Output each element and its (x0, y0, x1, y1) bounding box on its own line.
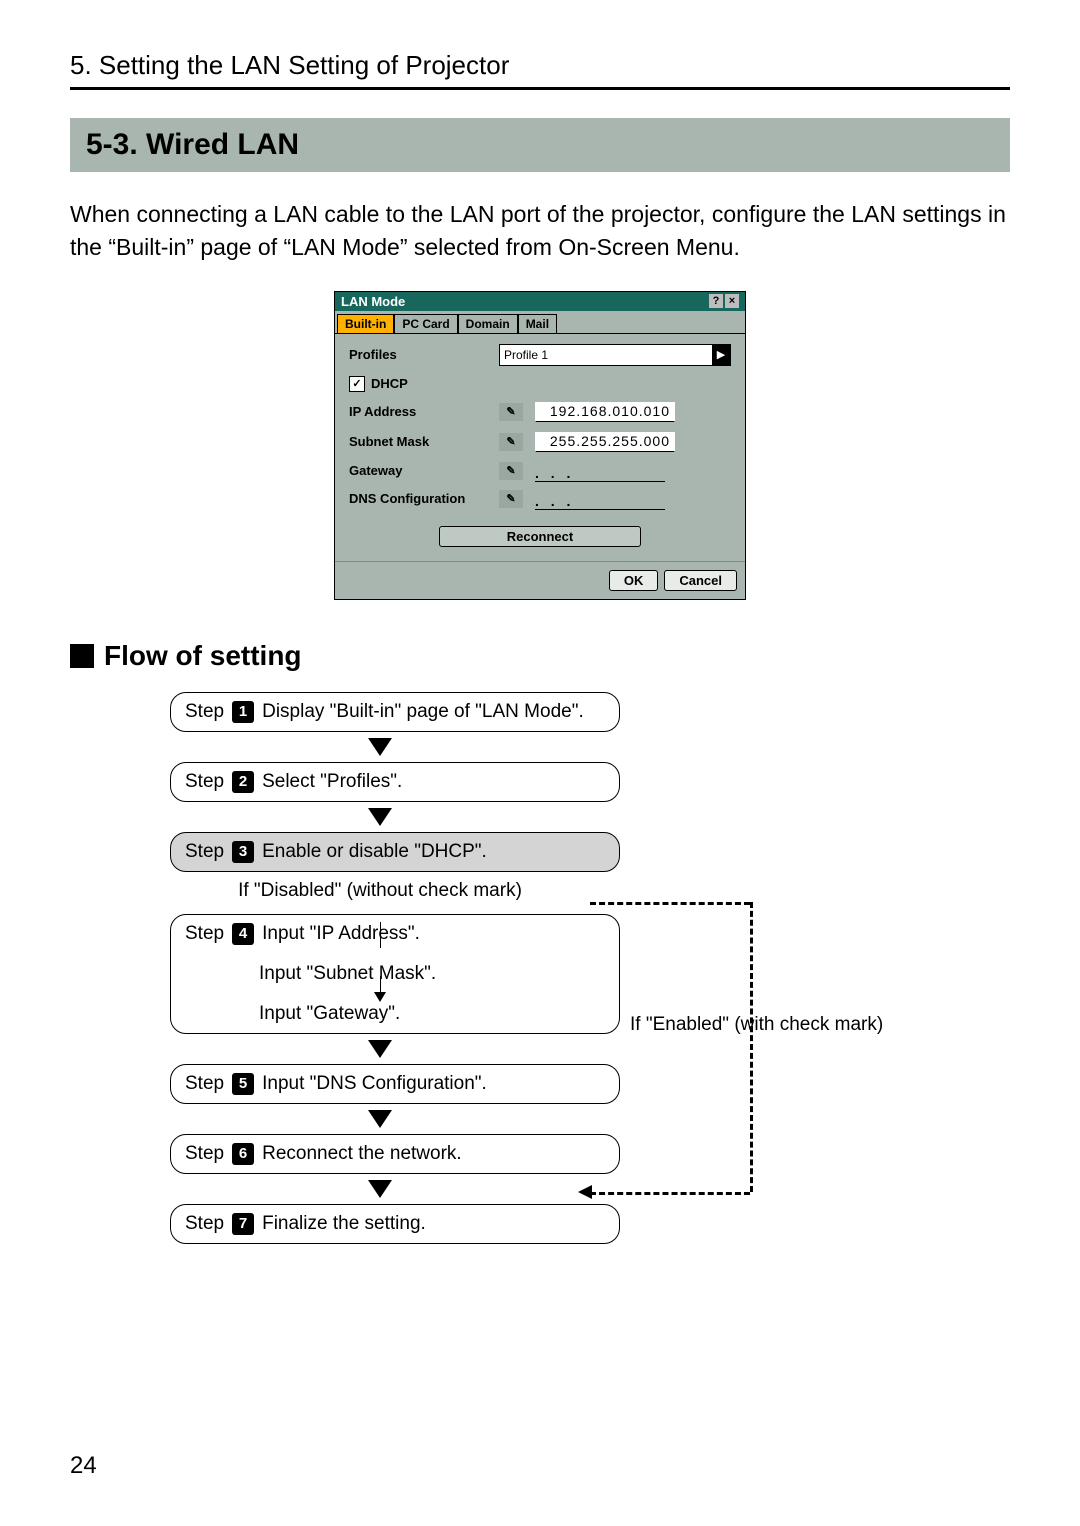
profiles-label: Profiles (349, 347, 499, 362)
step-number-icon: 4 (232, 923, 254, 945)
chevron-right-icon[interactable]: ▶ (712, 345, 730, 365)
cancel-button[interactable]: Cancel (664, 570, 737, 591)
subnet-mask-label: Subnet Mask (349, 434, 499, 449)
dhcp-checkbox[interactable]: ✓ (349, 376, 365, 392)
edit-icon[interactable]: ✎ (499, 490, 523, 508)
page-number: 24 (70, 1452, 97, 1480)
profiles-value: Profile 1 (504, 348, 548, 362)
step-2-box: Step 2 Select "Profiles". (170, 762, 620, 802)
step-number-icon: 5 (232, 1073, 254, 1095)
dashed-connector (590, 902, 750, 905)
dialog-body: Profiles Profile 1 ▶ ✓ DHCP IP Address ✎… (335, 333, 745, 561)
dashed-connector (590, 1192, 750, 1195)
ip-address-label: IP Address (349, 404, 499, 419)
step-7-box: Step 7 Finalize the setting. (170, 1204, 620, 1244)
arrow-down-icon (368, 1110, 392, 1128)
dns-config-label: DNS Configuration (349, 491, 499, 506)
step-4-box: Step 4 Input "IP Address". Input "Subnet… (170, 914, 620, 1034)
flow-heading: Flow of setting (70, 640, 1010, 672)
step-5-box: Step 5 Input "DNS Configuration". (170, 1064, 620, 1104)
arrow-left-icon (578, 1185, 592, 1199)
edit-icon[interactable]: ✎ (499, 433, 523, 451)
dhcp-label: DHCP (371, 376, 408, 391)
flowchart: Step 1 Display "Built-in" page of "LAN M… (70, 692, 1010, 1244)
dialog-footer: OK Cancel (335, 561, 745, 599)
profiles-dropdown[interactable]: Profile 1 ▶ (499, 344, 731, 366)
tab-domain[interactable]: Domain (458, 314, 518, 333)
step-1-box: Step 1 Display "Built-in" page of "LAN M… (170, 692, 620, 732)
dns-config-value[interactable] (535, 490, 665, 508)
chapter-title: 5. Setting the LAN Setting of Projector (70, 50, 1010, 81)
subnet-mask-value[interactable]: 255.255.255.000 (535, 432, 675, 452)
tab-mail[interactable]: Mail (518, 314, 557, 333)
arrow-down-icon (368, 808, 392, 826)
step-number-icon: 2 (232, 771, 254, 793)
lan-mode-dialog: LAN Mode ? × Built-in PC Card Domain Mai… (334, 291, 746, 600)
dialog-titlebar: LAN Mode ? × (335, 292, 745, 311)
tab-built-in[interactable]: Built-in (337, 314, 394, 333)
step-number-icon: 7 (232, 1213, 254, 1235)
arrow-down-icon (368, 1180, 392, 1198)
step-number-icon: 6 (232, 1143, 254, 1165)
note-enabled: If "Enabled" (with check mark) (630, 1014, 883, 1036)
tab-pc-card[interactable]: PC Card (394, 314, 457, 333)
square-bullet-icon (70, 644, 94, 668)
close-icon[interactable]: × (725, 294, 739, 308)
help-icon[interactable]: ? (709, 294, 723, 308)
note-disabled: If "Disabled" (without check mark) (170, 880, 590, 902)
arrow-down-icon (374, 992, 386, 1002)
reconnect-button[interactable]: Reconnect (439, 526, 641, 547)
gateway-value[interactable] (535, 462, 665, 480)
step-3-box: Step 3 Enable or disable "DHCP". (170, 832, 620, 872)
arrow-down-icon (368, 738, 392, 756)
ip-address-value[interactable]: 192.168.010.010 (535, 402, 675, 422)
divider (70, 87, 1010, 90)
section-heading: 5-3. Wired LAN (70, 118, 1010, 172)
step-6-box: Step 6 Reconnect the network. (170, 1134, 620, 1174)
dashed-connector (750, 902, 753, 1192)
ok-button[interactable]: OK (609, 570, 659, 591)
tab-row: Built-in PC Card Domain Mail (335, 311, 745, 333)
step-number-icon: 1 (232, 701, 254, 723)
connector-line (380, 922, 381, 948)
arrow-down-icon (368, 1040, 392, 1058)
intro-paragraph: When connecting a LAN cable to the LAN p… (70, 198, 1010, 265)
dialog-title: LAN Mode (341, 294, 405, 309)
gateway-label: Gateway (349, 463, 499, 478)
edit-icon[interactable]: ✎ (499, 462, 523, 480)
edit-icon[interactable]: ✎ (499, 403, 523, 421)
step-number-icon: 3 (232, 841, 254, 863)
